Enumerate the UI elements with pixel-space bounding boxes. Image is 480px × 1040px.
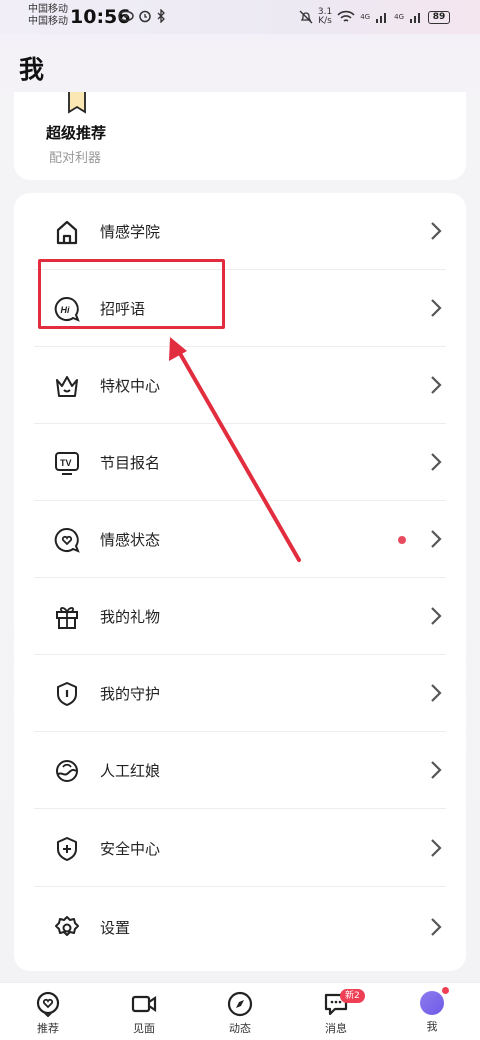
battery-indicator: 89 bbox=[428, 10, 450, 24]
carrier-1: 中国移动 bbox=[28, 4, 68, 15]
bookmark-ribbon-icon bbox=[68, 92, 86, 114]
menu-label: 情感状态 bbox=[100, 531, 161, 549]
alarm-icon bbox=[139, 10, 151, 23]
chevron-right-icon bbox=[431, 530, 442, 548]
tab-meet[interactable]: 见面 bbox=[114, 991, 174, 1036]
divider bbox=[34, 886, 446, 887]
menu-label: 设置 bbox=[100, 919, 131, 937]
chevron-right-icon bbox=[431, 376, 442, 394]
carrier-2: 中国移动 bbox=[28, 16, 68, 27]
tab-label: 动态 bbox=[229, 1022, 251, 1035]
notification-dot bbox=[398, 536, 406, 544]
menu-label: 节目报名 bbox=[100, 454, 161, 472]
tab-me[interactable]: 我 bbox=[402, 987, 462, 1034]
menu-item-settings[interactable]: 设置 bbox=[14, 889, 466, 966]
matchmaker-icon bbox=[56, 760, 78, 782]
house-icon bbox=[56, 220, 78, 245]
signal-icon bbox=[376, 13, 387, 23]
menu-label: 我的礼物 bbox=[100, 608, 161, 626]
menu-item-my-guardian[interactable]: 我的守护 bbox=[14, 655, 466, 732]
highlight-box bbox=[38, 259, 225, 329]
tab-moments[interactable]: 动态 bbox=[210, 991, 270, 1036]
gear-icon bbox=[55, 916, 79, 936]
menu-label: 我的守护 bbox=[100, 685, 161, 703]
signal-label-2: 4G bbox=[394, 13, 404, 21]
bluetooth-icon bbox=[157, 9, 165, 23]
chevron-right-icon bbox=[431, 453, 442, 471]
notification-dot bbox=[442, 987, 449, 994]
menu-item-my-gifts[interactable]: 我的礼物 bbox=[14, 578, 466, 655]
tab-label: 见面 bbox=[133, 1022, 155, 1035]
compass-icon bbox=[227, 991, 253, 1017]
gift-icon bbox=[56, 607, 78, 629]
speed-unit: K/s bbox=[318, 16, 332, 26]
unread-badge: 新2 bbox=[340, 989, 365, 1003]
chevron-right-icon bbox=[431, 761, 442, 779]
menu-item-show-signup[interactable]: TV 节目报名 bbox=[14, 424, 466, 501]
shield-alert-icon bbox=[57, 682, 77, 706]
menu-item-emotion-status[interactable]: 情感状态 bbox=[14, 501, 466, 578]
super-recommend-card[interactable]: 超级推荐 配对利器 bbox=[14, 92, 466, 180]
eye-icon bbox=[118, 10, 134, 22]
crown-icon bbox=[56, 376, 78, 397]
tab-label: 消息 bbox=[325, 1022, 347, 1035]
status-icons-left bbox=[118, 9, 166, 23]
chevron-right-icon bbox=[431, 684, 442, 702]
menu-item-privilege-center[interactable]: 特权中心 bbox=[14, 347, 466, 424]
status-bar: 中国移动 中国移动 10:56 3.1 K/s 4G 4G 89 bbox=[0, 0, 480, 34]
chevron-right-icon bbox=[431, 299, 442, 317]
avatar-icon bbox=[420, 987, 449, 1015]
menu-item-matchmaker[interactable]: 人工红娘 bbox=[14, 732, 466, 809]
chevron-right-icon bbox=[431, 607, 442, 625]
tab-label: 我 bbox=[426, 1020, 438, 1033]
tab-label: 推荐 bbox=[37, 1022, 59, 1035]
menu-item-security-center[interactable]: 安全中心 bbox=[14, 810, 466, 887]
page-title: 我 bbox=[19, 55, 45, 84]
menu-label: 人工红娘 bbox=[100, 762, 161, 780]
chevron-right-icon bbox=[431, 222, 442, 240]
tv-icon: TV bbox=[55, 452, 79, 475]
recommend-subtitle: 配对利器 bbox=[49, 151, 102, 166]
status-icons-right: 3.1 K/s 4G 4G 89 bbox=[299, 8, 450, 26]
chevron-right-icon bbox=[431, 918, 442, 936]
heart-location-icon bbox=[36, 991, 60, 1017]
video-camera-icon bbox=[131, 995, 157, 1013]
heart-chat-icon bbox=[54, 527, 80, 553]
signal-icon-2 bbox=[410, 13, 420, 23]
tab-recommend[interactable]: 推荐 bbox=[18, 991, 78, 1036]
svg-text:TV: TV bbox=[60, 458, 72, 468]
wifi-icon bbox=[337, 10, 355, 22]
divider bbox=[34, 808, 446, 809]
bottom-tab-bar: 推荐 见面 动态 新2 消息 我 bbox=[0, 982, 480, 1040]
menu-label: 特权中心 bbox=[100, 377, 161, 395]
shield-plus-icon bbox=[57, 837, 77, 861]
carrier-info: 中国移动 中国移动 bbox=[28, 4, 68, 28]
signal-label-1: 4G bbox=[360, 13, 371, 21]
tab-messages[interactable]: 新2 消息 bbox=[306, 989, 366, 1036]
menu-label: 情感学院 bbox=[100, 223, 161, 241]
menu-label: 安全中心 bbox=[100, 840, 161, 858]
chevron-right-icon bbox=[431, 839, 442, 857]
network-speed: 3.1 K/s bbox=[318, 8, 332, 26]
mute-bell-icon bbox=[299, 10, 313, 24]
recommend-title: 超级推荐 bbox=[46, 124, 107, 142]
